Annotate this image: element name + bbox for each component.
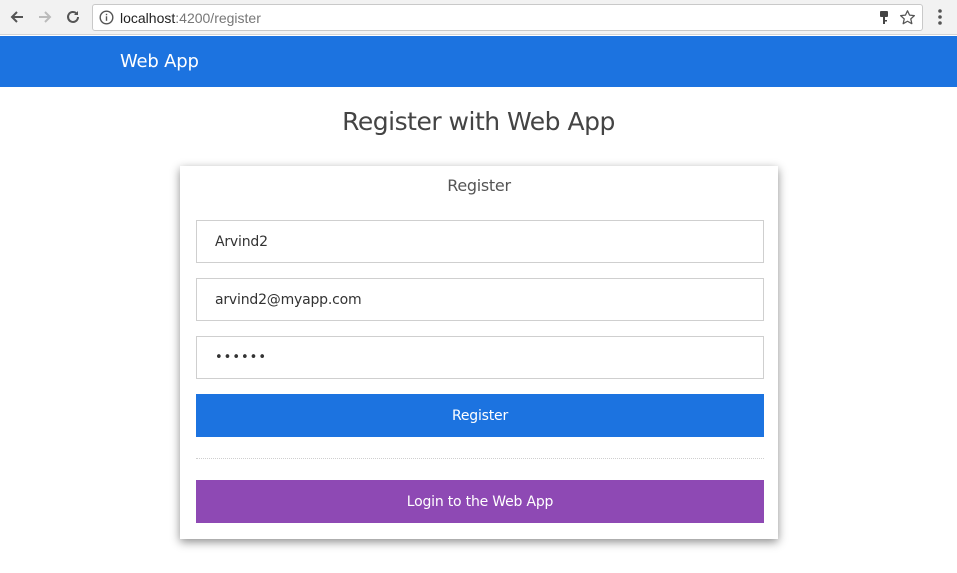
star-icon[interactable]	[899, 9, 916, 26]
email-field[interactable]	[196, 278, 764, 321]
forward-icon[interactable]	[35, 7, 55, 27]
brand-link[interactable]: Web App	[120, 51, 199, 73]
reload-icon[interactable]	[63, 7, 83, 27]
register-card: Register Register Login to the Web App	[180, 166, 778, 539]
url-text[interactable]: localhost:4200/register	[120, 10, 261, 26]
login-button[interactable]: Login to the Web App	[196, 480, 764, 523]
page-title: Register with Web App	[342, 107, 615, 136]
password-field[interactable]	[196, 336, 764, 379]
divider	[196, 458, 764, 459]
key-icon[interactable]	[877, 10, 891, 25]
url-path: :4200/register	[175, 10, 261, 26]
url-host: localhost	[120, 10, 176, 26]
card-title: Register	[447, 176, 511, 195]
register-button[interactable]: Register	[196, 394, 764, 437]
back-icon[interactable]	[7, 7, 27, 27]
menu-icon[interactable]	[935, 8, 945, 28]
app-header: Web App	[0, 36, 957, 87]
browser-toolbar: localhost:4200/register	[0, 0, 957, 35]
info-icon[interactable]	[99, 10, 114, 25]
address-bar[interactable]: localhost:4200/register	[92, 4, 923, 31]
name-field[interactable]	[196, 220, 764, 263]
